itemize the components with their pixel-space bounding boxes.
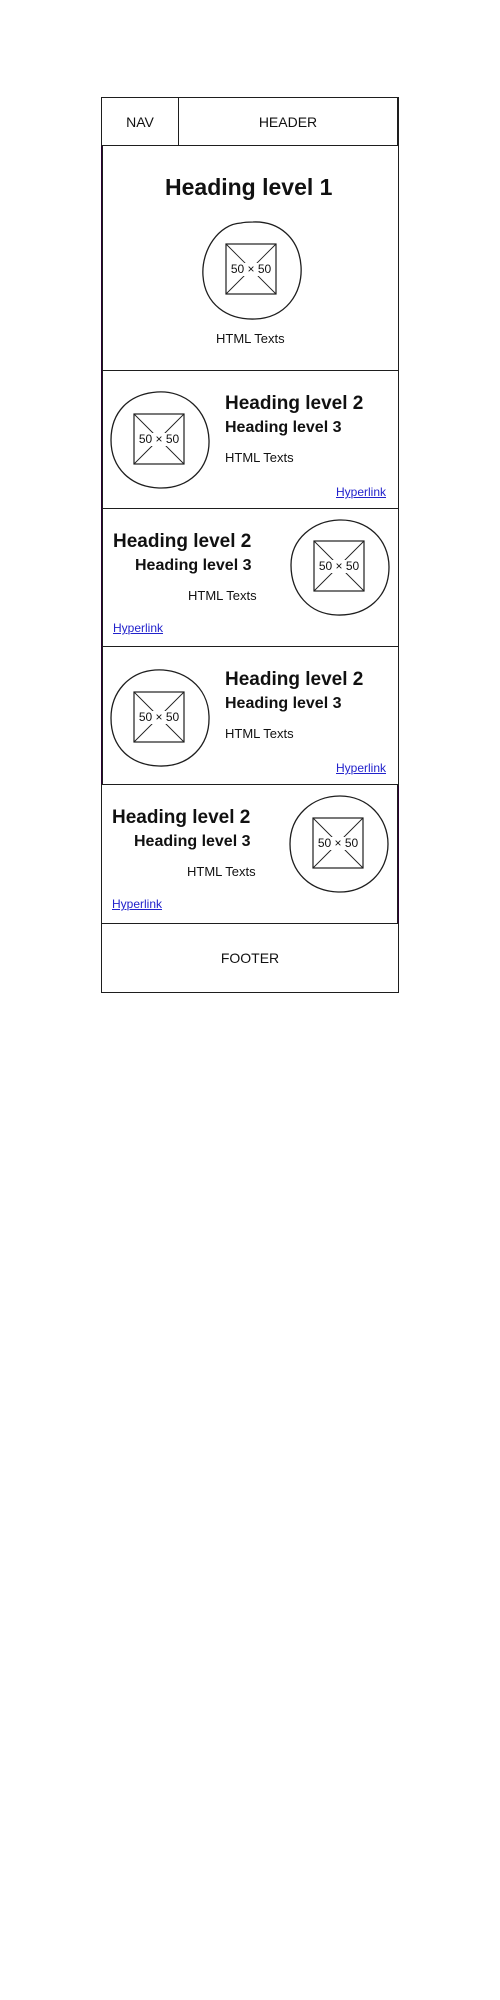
nav-label: NAV	[126, 113, 154, 130]
section-2-h2: Heading level 2	[113, 531, 252, 552]
section-2-hyperlink[interactable]: Hyperlink	[113, 621, 163, 635]
section-4-h3: Heading level 3	[134, 833, 251, 850]
content-section-3: 50 × 50 Heading level 2 Heading level 3 …	[102, 646, 399, 786]
section-4-text: HTML Texts	[187, 864, 256, 879]
section-4-hyperlink[interactable]: Hyperlink	[112, 897, 162, 911]
section-3-text: HTML Texts	[225, 726, 294, 741]
section-3-h2: Heading level 2	[225, 669, 364, 690]
header-box: HEADER	[178, 97, 399, 146]
image-placeholder: 50 × 50	[313, 818, 363, 868]
content-section-4: Heading level 2 Heading level 3 HTML Tex…	[101, 784, 398, 924]
section-1-text: HTML Texts	[225, 450, 294, 465]
section-1-hyperlink[interactable]: Hyperlink	[336, 485, 386, 499]
footer-box: FOOTER	[101, 923, 399, 993]
section-4-image: 50 × 50	[288, 794, 390, 894]
section-4-h2: Heading level 2	[112, 807, 251, 828]
image-placeholder: 50 × 50	[314, 541, 364, 591]
section-3-hyperlink[interactable]: Hyperlink	[336, 761, 386, 775]
content-section-1: 50 × 50 Heading level 2 Heading level 3 …	[102, 370, 399, 510]
image-size-label: 50 × 50	[137, 431, 181, 446]
hero-heading: Heading level 1	[165, 174, 333, 200]
hero-text: HTML Texts	[216, 331, 285, 346]
section-2-text: HTML Texts	[188, 588, 257, 603]
section-3-image: 50 × 50	[109, 668, 211, 768]
section-1-image: 50 × 50	[109, 390, 211, 490]
hero-image: 50 × 50	[201, 220, 303, 320]
section-2-h3: Heading level 3	[135, 557, 252, 574]
image-placeholder: 50 × 50	[134, 692, 184, 742]
image-size-label: 50 × 50	[317, 558, 361, 573]
header-label: HEADER	[258, 113, 318, 130]
section-1-h2: Heading level 2	[225, 393, 364, 414]
image-placeholder: 50 × 50	[226, 244, 276, 294]
footer-label: FOOTER	[220, 950, 280, 966]
nav-box[interactable]: NAV	[101, 97, 179, 146]
image-size-label: 50 × 50	[316, 835, 360, 850]
section-3-h3: Heading level 3	[225, 695, 342, 712]
section-1-h3: Heading level 3	[225, 419, 342, 436]
image-size-label: 50 × 50	[137, 709, 181, 724]
hero-section: Heading level 1 50 × 50 HTML Texts	[102, 145, 399, 372]
image-size-label: 50 × 50	[229, 261, 273, 276]
image-placeholder: 50 × 50	[134, 414, 184, 464]
content-section-2: Heading level 2 Heading level 3 HTML Tex…	[102, 508, 399, 648]
section-2-image: 50 × 50	[289, 517, 391, 617]
